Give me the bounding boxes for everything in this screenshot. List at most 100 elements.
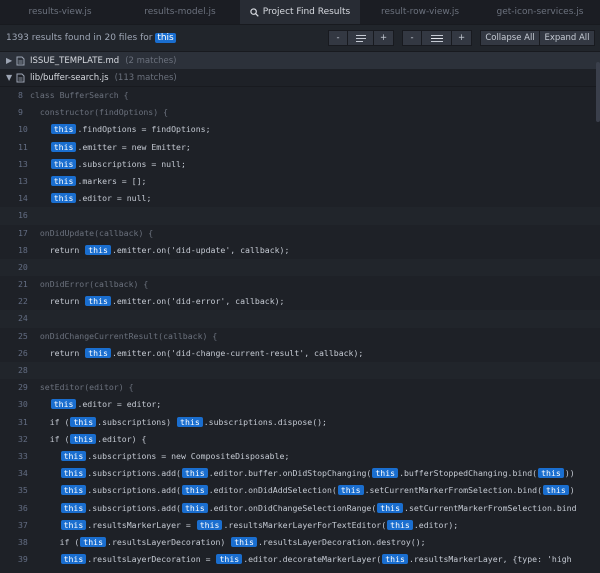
context-line[interactable]: 8 class BufferSearch { (0, 87, 600, 104)
collapse-all-button[interactable]: Collapse All (480, 30, 540, 46)
context-lines-button[interactable] (422, 30, 452, 46)
match-line[interactable]: 37 this .resultsMarkerLayer = this .result… (0, 517, 600, 534)
match-line[interactable]: 39 this .resultsLayerDecoration = this .ed… (0, 551, 600, 568)
match-line[interactable]: 13 this .subscriptions = null; (0, 156, 600, 173)
code-segment: .subscriptions.add( (87, 502, 181, 513)
match-line[interactable]: 18 return this .emitter.on('did-update', … (0, 242, 600, 259)
match-line[interactable]: 38 if (this .resultsLayerDecoration) this… (0, 534, 600, 551)
match-highlight: this (60, 485, 87, 496)
tab-results-view[interactable]: results-view.js (0, 0, 120, 24)
match-line[interactable]: 33 this .subscriptions = new CompositeDis… (0, 448, 600, 465)
match-line[interactable]: 11 this .emitter = new Emitter; (0, 139, 600, 156)
code-text: constructor(findOptions) { (30, 104, 168, 121)
code-text: if (this .editor) { (30, 431, 146, 448)
tab-get-icon-services[interactable]: get-icon-services.js (480, 0, 600, 24)
match-highlight: this (177, 416, 203, 427)
tab-project-find-results[interactable]: Project Find Results (240, 0, 360, 24)
chevron-down-icon[interactable]: ▼ (6, 73, 14, 82)
file-row[interactable]: ▼ lib/buffer-search.js (113 matches) (0, 69, 600, 87)
context-line[interactable]: 17 onDidUpdate(callback) { (0, 225, 600, 242)
line-number: 13 (18, 175, 28, 186)
tab-results-model[interactable]: results-model.js (120, 0, 240, 24)
line-number: 10 (18, 124, 28, 135)
match-line[interactable]: 26 return this .emitter.on('did-change-cu… (0, 345, 600, 362)
code-segment: .editor = null; (77, 193, 152, 204)
decrease-context-button[interactable]: - (402, 30, 422, 46)
code-segment: .editor = editor; (77, 399, 162, 410)
context-line[interactable]: 9 constructor(findOptions) { (0, 104, 600, 121)
context-line[interactable]: 21 onDidError(callback) { (0, 276, 600, 293)
match-line[interactable]: 22 return this .emitter.on('did-error', c… (0, 293, 600, 310)
code-segment: .editor.onDidChangeSelectionRange( (208, 502, 377, 513)
match-line[interactable]: 31 if (this .subscriptions) this .subscrip… (0, 414, 600, 431)
markdown-file-icon (16, 56, 25, 66)
code-text: this .subscriptions.add(this .editor.onDid… (30, 500, 577, 517)
code-text: if (this .resultsLayerDecoration) this .re… (30, 534, 426, 551)
increase-context-button[interactable]: + (452, 30, 472, 46)
code-text: onDidChangeCurrentResult(callback) { (30, 328, 217, 345)
tab-result-row-view[interactable]: result-row-view.js (360, 0, 480, 24)
code-segment: .bufferStoppedChanging.bind( (399, 468, 538, 479)
increase-font-button[interactable]: + (374, 30, 394, 46)
match-line[interactable]: 34 this .subscriptions.add(this .editor.bu… (0, 465, 600, 482)
match-line[interactable]: 14 this .editor = null; (0, 190, 600, 207)
match-line[interactable]: 10 this .findOptions = findOptions; (0, 121, 600, 138)
code-text: this .editor = null; (30, 190, 151, 207)
chevron-right-icon[interactable]: ▶ (6, 56, 14, 65)
match-highlight: this (50, 193, 77, 204)
match-highlight: this (60, 554, 87, 565)
search-term-badge: this (155, 33, 176, 43)
expand-all-button[interactable]: Expand All (540, 30, 595, 46)
file-row[interactable]: ▶ ISSUE_TEMPLATE.md (2 matches) (0, 52, 600, 69)
scrollbar[interactable] (595, 50, 600, 573)
font-size-group: - + (328, 30, 394, 46)
code-text: this .subscriptions = new CompositeDispos… (30, 448, 289, 465)
context-line[interactable]: 24 (0, 310, 600, 328)
context-line[interactable]: 20 (0, 258, 600, 277)
match-highlight: this (181, 485, 208, 496)
code-segment: if ( (30, 433, 70, 444)
match-highlight: this (60, 502, 87, 513)
match-highlight: this (70, 433, 97, 444)
code-text: onDidError(callback) { (30, 276, 148, 293)
code-segment: .resultsLayerDecoration = (87, 554, 216, 565)
scrollbar-thumb[interactable] (596, 62, 600, 122)
code-segment: ) (569, 485, 575, 496)
match-highlight: this (377, 502, 404, 513)
match-highlight: this (60, 519, 87, 530)
code-segment: constructor(findOptions) { (30, 107, 169, 118)
context-line[interactable]: 16 (0, 207, 600, 225)
code-segment: .resultsLayerDecoration) (107, 536, 231, 547)
code-segment: .emitter.on('did-change-current-result',… (111, 347, 364, 358)
code-text: this .resultsMarkerLayer = this .resultsMa… (30, 517, 458, 534)
match-line[interactable]: 35 this .subscriptions.add(this .editor.on… (0, 482, 600, 499)
code-segment: .markers = []; (77, 175, 147, 186)
decrease-font-button[interactable]: - (328, 30, 348, 46)
match-highlight: this (50, 399, 77, 410)
code-segment: onDidError(callback) { (30, 279, 149, 290)
tab-label: results-view.js (28, 7, 92, 17)
line-height-button[interactable] (348, 30, 374, 46)
line-number: 24 (18, 313, 28, 324)
code-text: if (this .subscriptions) this .subscriptio… (30, 414, 327, 431)
match-line[interactable]: 30 this .editor = editor; (0, 396, 600, 413)
match-line[interactable]: 36 this .subscriptions.add(this .editor.on… (0, 500, 600, 517)
line-number: 30 (18, 399, 28, 410)
code-segment: .resultsLayerDecoration.destroy(); (257, 536, 426, 547)
code-text: this .findOptions = findOptions; (30, 121, 211, 138)
line-number: 9 (18, 107, 23, 118)
code-segment: .resultsMarkerLayer = (87, 519, 196, 530)
context-line[interactable]: 28 (0, 362, 600, 380)
context-line[interactable]: 29 setEditor(editor) { (0, 379, 600, 396)
match-highlight: this (543, 485, 569, 496)
js-file-icon (16, 73, 25, 83)
match-line[interactable]: 13 this .markers = []; (0, 173, 600, 190)
match-line[interactable]: 32 if (this .editor) { (0, 431, 600, 448)
context-line[interactable]: 25 onDidChangeCurrentResult(callback) { (0, 328, 600, 345)
code-text: onDidUpdate(callback) { (30, 225, 153, 242)
